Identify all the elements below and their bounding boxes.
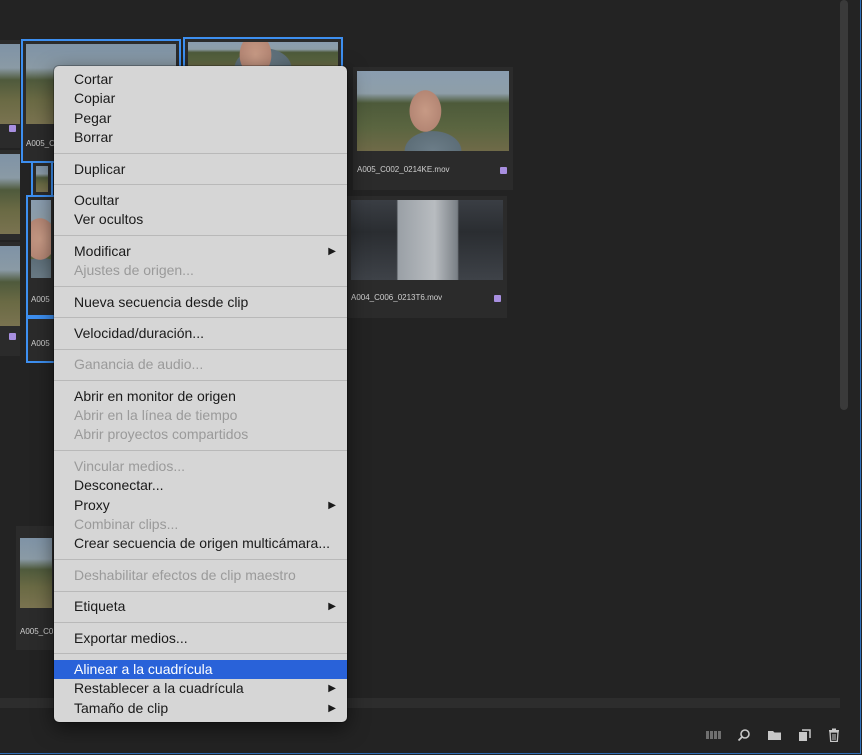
clip-name: A005: [31, 339, 50, 348]
label-badge: [494, 295, 501, 302]
menu-item-label: Tamaño de clip: [74, 699, 169, 716]
clip-preview-image: [0, 44, 20, 124]
clip-name: A005: [31, 295, 50, 304]
clip-preview-image: [357, 71, 509, 151]
menu-item-duplicate[interactable]: Duplicar: [54, 160, 347, 179]
clip-preview-image: [20, 538, 52, 608]
search-icon[interactable]: [736, 728, 752, 742]
clip-name: A005_C: [26, 139, 55, 148]
menu-item-audio-gain: Ganancia de audio...: [74, 356, 204, 373]
label-badge: [500, 167, 507, 174]
menu-item-copy[interactable]: Copiar: [54, 89, 347, 108]
vertical-scrollbar[interactable]: [840, 0, 848, 410]
clip-preview-image: [0, 154, 20, 234]
clip-thumbnail[interactable]: [0, 40, 20, 148]
menu-item-label: Proxy: [74, 496, 110, 513]
freeform-view-icon[interactable]: [706, 728, 722, 742]
menu-item-open-in-source-monitor[interactable]: Abrir en monitor de origen: [54, 387, 347, 406]
new-bin-icon[interactable]: [766, 728, 782, 742]
menu-separator: [54, 184, 347, 186]
menu-item-label: Modificar: [74, 242, 131, 259]
menu-item-link-media: Vincular medios...: [74, 457, 186, 474]
menu-separator: [54, 286, 347, 288]
menu-item-label-text: Etiqueta: [74, 598, 126, 615]
menu-item-merge-clips: Combinar clips...: [74, 516, 179, 533]
clip-preview-image: [36, 166, 48, 192]
clip-thumbnail[interactable]: A005_C002_0214KE.mov: [353, 67, 513, 190]
clip-thumbnail[interactable]: [0, 150, 20, 240]
submenu-arrow-icon: ▶: [328, 702, 336, 714]
menu-separator: [54, 380, 347, 382]
submenu-arrow-icon: ▶: [328, 499, 336, 511]
clip-thumbnail[interactable]: [31, 161, 53, 197]
menu-item-disable-master-clip-effects: Deshabilitar efectos de clip maestro: [74, 566, 296, 583]
menu-item-create-multicam[interactable]: Crear secuencia de origen multicámara...: [54, 534, 347, 553]
trash-icon[interactable]: [826, 728, 842, 742]
menu-item-clip-size[interactable]: Tamaño de clip ▶: [54, 699, 347, 718]
menu-item-reset-to-grid[interactable]: Restablecer a la cuadrícula ▶: [54, 679, 347, 698]
menu-item-open-shared-projects: Abrir proyectos compartidos: [74, 426, 249, 443]
menu-item-delete[interactable]: Borrar: [54, 128, 347, 147]
clip-preview-image: [31, 200, 51, 278]
clip-name: A004_C006_0213T6.mov: [351, 293, 443, 302]
menu-item-new-sequence-from-clip[interactable]: Nueva secuencia desde clip: [54, 293, 347, 312]
menu-item-label[interactable]: Etiqueta ▶: [54, 597, 347, 616]
clip-name: A005_C0: [20, 627, 54, 636]
clip-preview-image: [188, 42, 338, 68]
menu-separator: [54, 153, 347, 155]
clip-thumbnail[interactable]: A004_C006_0213T6.mov: [347, 196, 507, 318]
clip-preview-image: [0, 246, 20, 326]
clip-preview-image: [351, 200, 503, 280]
menu-separator: [54, 317, 347, 319]
menu-separator: [54, 235, 347, 237]
menu-item-paste[interactable]: Pegar: [54, 109, 347, 128]
menu-item-modify[interactable]: Modificar ▶: [54, 242, 347, 261]
menu-item-align-to-grid[interactable]: Alinear a la cuadrícula: [54, 659, 347, 680]
clip-name: A005_C002_0214KE.mov: [357, 165, 450, 174]
menu-item-label: Restablecer a la cuadrícula: [74, 680, 244, 697]
menu-item-cut[interactable]: Cortar: [54, 70, 347, 89]
clip-thumbnail[interactable]: A005: [26, 195, 56, 317]
menu-separator: [54, 559, 347, 561]
clip-thumbnail[interactable]: A005_C0: [16, 526, 56, 650]
clip-thumbnail[interactable]: A005: [26, 317, 56, 363]
menu-separator: [54, 450, 347, 452]
label-badge: [9, 125, 16, 132]
submenu-arrow-icon: ▶: [328, 245, 336, 257]
menu-separator: [54, 590, 347, 592]
clip-thumbnail[interactable]: [183, 37, 343, 69]
menu-separator: [54, 653, 347, 655]
panel-toolbar: [706, 727, 842, 743]
new-item-icon[interactable]: [796, 728, 812, 742]
menu-separator: [54, 622, 347, 624]
menu-item-view-hidden[interactable]: Ver ocultos: [54, 210, 347, 229]
submenu-arrow-icon: ▶: [328, 601, 336, 613]
label-badge: [9, 333, 16, 340]
clip-thumbnail[interactable]: [0, 242, 20, 356]
menu-item-open-in-timeline: Abrir en la línea de tiempo: [74, 407, 238, 424]
menu-item-speed-duration[interactable]: Velocidad/duración...: [54, 324, 347, 343]
menu-item-hide[interactable]: Ocultar: [54, 191, 347, 210]
menu-item-source-settings: Ajustes de origen...: [74, 262, 194, 279]
context-menu: Cortar Copiar Pegar Borrar Duplicar Ocul…: [54, 66, 347, 722]
submenu-arrow-icon: ▶: [328, 683, 336, 695]
menu-item-proxy[interactable]: Proxy ▶: [54, 496, 347, 515]
menu-item-disconnect[interactable]: Desconectar...: [54, 476, 347, 495]
menu-item-export-media[interactable]: Exportar medios...: [54, 629, 347, 648]
menu-separator: [54, 348, 347, 350]
